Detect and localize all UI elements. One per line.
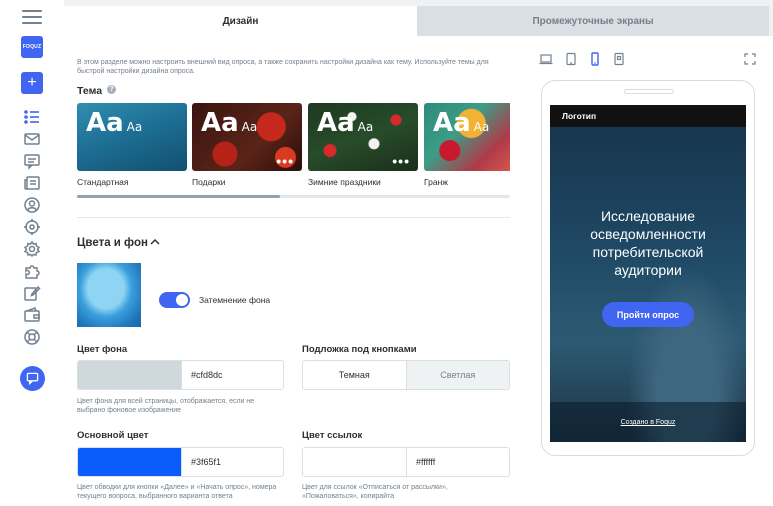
bg-color-swatch[interactable] xyxy=(78,361,181,389)
chevron-up-icon[interactable] xyxy=(150,238,160,246)
button-bg-dark-option[interactable]: Темная xyxy=(303,361,406,389)
phone-icon[interactable] xyxy=(588,52,602,66)
dim-background-toggle[interactable] xyxy=(159,292,190,308)
theme-preview-text: Aa Aa xyxy=(201,108,258,138)
theme-card-winter-holidays[interactable]: Aa Aa ••• xyxy=(308,103,418,171)
puzzle-icon[interactable] xyxy=(21,260,43,282)
preview-survey-title: Исследование осведомленности потребитель… xyxy=(590,208,706,278)
target-icon[interactable] xyxy=(21,216,43,238)
main-color-field[interactable]: #3f65f1 xyxy=(77,447,284,477)
theme-name: Стандартная xyxy=(77,177,129,187)
theme-card-grunge[interactable]: Aa Aa xyxy=(424,103,510,171)
edit-icon[interactable] xyxy=(21,282,43,304)
add-survey-button[interactable]: + xyxy=(21,72,43,94)
main-color-swatch[interactable] xyxy=(78,448,181,476)
intro-text: В этом разделе можно настроить внешний в… xyxy=(77,59,489,75)
bg-color-field[interactable]: #cfd8dc xyxy=(77,360,284,390)
main-color-value[interactable]: #3f65f1 xyxy=(181,448,283,476)
button-bg-light-option[interactable]: Светлая xyxy=(405,361,509,389)
support-chat-button[interactable] xyxy=(20,366,45,391)
colors-section-title[interactable]: Цвета и фон xyxy=(77,237,148,249)
message-icon[interactable] xyxy=(21,150,43,172)
tablet-icon[interactable] xyxy=(564,52,578,66)
tab-intermediate-screens[interactable]: Промежуточные экраны xyxy=(417,6,769,36)
theme-preview-text: Aa Aa xyxy=(433,108,490,138)
more-options-icon[interactable]: ••• xyxy=(392,153,410,169)
start-survey-button[interactable]: Пройти опрос xyxy=(602,302,694,327)
menu-icon[interactable] xyxy=(22,10,42,26)
lifebuoy-icon[interactable] xyxy=(21,326,43,348)
wallet-icon[interactable] xyxy=(21,304,43,326)
more-options-icon[interactable]: ••• xyxy=(276,153,294,169)
theme-preview-text: Aa Aa xyxy=(86,108,143,138)
bg-color-label: Цвет фона xyxy=(77,344,128,355)
link-color-swatch[interactable] xyxy=(303,448,406,476)
design-settings-panel: В этом разделе можно настроить внешний в… xyxy=(64,36,523,506)
preview-logo: Логотип xyxy=(562,111,597,121)
theme-title: Тема xyxy=(77,85,103,97)
gear-icon[interactable] xyxy=(21,238,43,260)
divider xyxy=(77,217,510,218)
help-icon[interactable]: ? xyxy=(107,85,116,94)
made-in-foquz-link[interactable]: Создано в Foquz xyxy=(550,419,746,426)
theme-card-standard[interactable]: Aa Aa xyxy=(77,103,187,171)
theme-preview-text: Aa Aa xyxy=(317,108,374,138)
bg-color-value[interactable]: #cfd8dc xyxy=(181,361,283,389)
main-color-hint: Цвет обводки для кнопки «Далее» и «Начат… xyxy=(77,484,277,500)
link-color-label: Цвет ссылок xyxy=(302,430,363,441)
preview-panel: Логотип Исследование осведомленности пот… xyxy=(523,36,773,506)
button-bg-selector[interactable]: Темная Светлая xyxy=(302,360,510,390)
expand-icon[interactable] xyxy=(743,52,757,66)
theme-card-gifts[interactable]: Aa Aa ••• xyxy=(192,103,302,171)
list-icon[interactable] xyxy=(21,106,43,128)
theme-name: Зимние праздники xyxy=(308,177,381,187)
dim-background-label: Затемнение фона xyxy=(199,295,271,305)
theme-name: Гранж xyxy=(424,177,448,187)
button-bg-label: Подложка под кнопками xyxy=(302,344,417,355)
survey-preview-screen: Логотип Исследование осведомленности пот… xyxy=(550,105,746,442)
tab-design[interactable]: Дизайн xyxy=(64,6,417,36)
link-color-value[interactable]: #ffffff xyxy=(406,448,509,476)
main-color-label: Основной цвет xyxy=(77,430,149,441)
link-color-hint: Цвет для ссылок «Отписаться от рассылки»… xyxy=(302,484,448,500)
mail-icon[interactable] xyxy=(21,128,43,150)
theme-name: Подарки xyxy=(192,177,226,187)
news-icon[interactable] xyxy=(21,172,43,194)
sidebar: FOQUZ + xyxy=(0,0,64,506)
app-icon[interactable] xyxy=(612,52,626,66)
laptop-icon[interactable] xyxy=(539,52,553,66)
bg-color-hint: Цвет фона для всей страницы, отображаетс… xyxy=(77,398,255,414)
phone-speaker xyxy=(624,89,674,94)
user-circle-icon[interactable] xyxy=(21,194,43,216)
link-color-field[interactable]: #ffffff xyxy=(302,447,510,477)
foquz-logo[interactable]: FOQUZ xyxy=(21,36,43,58)
phone-frame: Логотип Исследование осведомленности пот… xyxy=(541,80,755,456)
theme-scrollbar-thumb[interactable] xyxy=(77,195,280,198)
background-image-thumbnail[interactable] xyxy=(77,263,141,327)
